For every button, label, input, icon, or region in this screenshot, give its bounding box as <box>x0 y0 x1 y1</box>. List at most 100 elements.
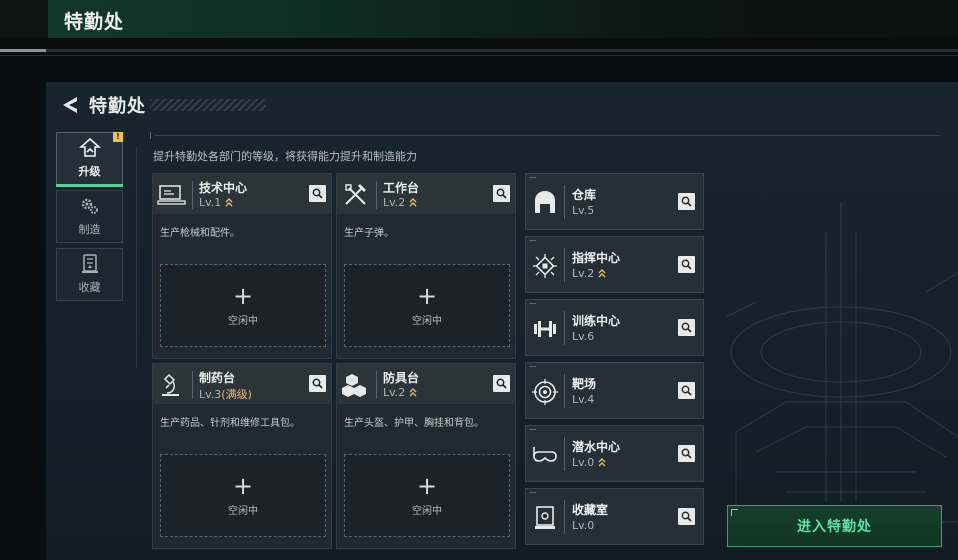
tab-collection[interactable]: 收藏 <box>56 248 123 301</box>
inspect-button[interactable] <box>493 185 510 202</box>
tools-icon <box>345 184 366 205</box>
level-text: Lv.2 <box>383 196 406 209</box>
inspect-button[interactable] <box>678 319 695 336</box>
slot-status: 空闲中 <box>228 505 258 517</box>
header-divider <box>0 49 958 52</box>
magnifier-icon <box>312 188 323 199</box>
inspect-button[interactable] <box>678 508 695 525</box>
item-separator <box>564 437 565 471</box>
facility-shooting-range[interactable]: 靶场 Lv.4 <box>525 362 704 419</box>
card-description: 生产药品、针剂和维修工具包。 <box>160 418 300 429</box>
inspect-button[interactable] <box>493 375 510 392</box>
top-header: 特勤处 <box>0 0 958 38</box>
facility-command-center[interactable]: 指挥中心 Lv.2 <box>525 236 704 293</box>
card-name: 防具台 <box>383 371 420 385</box>
facility-level: Lv.5 <box>572 204 595 217</box>
upgrade-chevron-icon <box>225 198 233 207</box>
back-arrow-icon[interactable] <box>59 94 81 116</box>
content-top-rule <box>150 132 940 139</box>
header-separator <box>376 371 377 399</box>
tab-craft-label: 制造 <box>78 223 101 236</box>
item-separator <box>564 248 565 282</box>
level-text: Lv.0 <box>572 456 595 469</box>
notification-badge: ! <box>113 132 123 142</box>
item-separator <box>564 500 565 534</box>
card-pharmacy[interactable]: 制药台 Lv.3(满级) 生产药品、针剂和维修工具包。 + 空闲中 <box>152 363 332 549</box>
upgrade-chevron-icon <box>409 198 417 207</box>
card-header: 防具台 Lv.2 <box>337 364 515 404</box>
upgrade-chevron-icon <box>409 388 417 397</box>
production-slot[interactable]: + 空闲中 <box>344 264 510 347</box>
header-divider-thin <box>0 55 958 56</box>
magnifier-icon <box>496 188 507 199</box>
facility-warehouse[interactable]: 仓库 Lv.5 <box>525 173 704 230</box>
enter-button-label: 进入特勤处 <box>797 519 872 535</box>
add-icon: + <box>416 281 438 310</box>
production-slot[interactable]: + 空闲中 <box>344 454 510 537</box>
dumbbell-icon <box>534 321 556 337</box>
magnifier-icon <box>681 385 692 396</box>
divider-highlight <box>0 49 46 52</box>
facility-diving-center[interactable]: 潜水中心 Lv.0 <box>525 425 704 482</box>
special-ops-panel: 特勤处 提升特勤处各部门的等级，将获得能力提升和制造能力 ! 升级 制造 收藏 <box>46 82 958 560</box>
header-separator <box>192 371 193 399</box>
header-separator <box>376 181 377 209</box>
enter-special-ops-button[interactable]: 进入特勤处 <box>727 505 942 547</box>
warehouse-icon <box>535 191 555 213</box>
inspect-button[interactable] <box>678 193 695 210</box>
inspect-button[interactable] <box>309 185 326 202</box>
level-text: Lv.3 <box>199 388 222 401</box>
gears-icon <box>81 198 98 214</box>
facility-name: 收藏室 <box>572 503 609 517</box>
inspect-button[interactable] <box>678 445 695 462</box>
facility-training-center[interactable]: 训练中心 Lv.6 <box>525 299 704 356</box>
facility-level: Lv.0 <box>572 519 595 532</box>
magnifier-icon <box>681 448 692 459</box>
facility-level: Lv.0 <box>572 456 606 469</box>
item-separator <box>564 185 565 219</box>
tab-upgrade[interactable]: ! 升级 <box>56 132 123 187</box>
facility-name: 训练中心 <box>572 314 621 328</box>
facility-collection-room[interactable]: 收藏室 Lv.0 <box>525 488 704 545</box>
facility-level: Lv.4 <box>572 393 595 406</box>
add-icon: + <box>416 471 438 500</box>
armor-blocks-icon <box>342 374 366 397</box>
item-separator <box>564 311 565 345</box>
level-text: Lv.1 <box>199 196 222 209</box>
inspect-button[interactable] <box>678 382 695 399</box>
inspect-button[interactable] <box>678 256 695 273</box>
production-slot[interactable]: + 空闲中 <box>160 264 326 347</box>
upgrade-chevron-icon <box>598 269 606 278</box>
level-text: Lv.2 <box>383 386 406 399</box>
magnifier-icon <box>312 378 323 389</box>
header-title: 特勤处 <box>64 11 125 33</box>
slot-status: 空闲中 <box>412 505 442 517</box>
slot-status: 空闲中 <box>228 315 258 327</box>
add-icon: + <box>232 471 254 500</box>
chip-icon <box>533 254 557 278</box>
facility-level: Lv.6 <box>572 330 595 343</box>
microscope-icon <box>162 373 179 396</box>
card-description: 生产子弹。 <box>344 228 394 239</box>
inspect-button[interactable] <box>309 375 326 392</box>
facility-name: 仓库 <box>572 188 597 202</box>
panel-title-bar: 特勤处 <box>59 92 146 118</box>
tab-craft[interactable]: 制造 <box>56 190 123 243</box>
item-separator <box>564 374 565 408</box>
target-icon <box>532 379 558 405</box>
tab-upgrade-label: 升级 <box>78 165 101 178</box>
card-header: 制药台 Lv.3(满级) <box>153 364 331 404</box>
facility-level: Lv.2 <box>572 267 606 280</box>
diving-mask-icon <box>533 447 557 462</box>
card-armor-bench[interactable]: 防具台 Lv.2 生产头盔、护甲、胸挂和背包。 + 空闲中 <box>336 363 516 549</box>
header-accent-band <box>48 0 958 38</box>
add-icon: + <box>232 281 254 310</box>
production-slot[interactable]: + 空闲中 <box>160 454 326 537</box>
card-workbench[interactable]: 工作台 Lv.2 生产子弹。 + 空闲中 <box>336 173 516 359</box>
card-tech-center[interactable]: 技术中心 Lv.1 生产枪械和配件。 + 空闲中 <box>152 173 332 359</box>
card-header: 工作台 Lv.2 <box>337 174 515 214</box>
card-name: 技术中心 <box>199 181 248 195</box>
display-case-icon <box>535 506 555 529</box>
card-header: 技术中心 Lv.1 <box>153 174 331 214</box>
level-text: Lv.2 <box>572 267 595 280</box>
